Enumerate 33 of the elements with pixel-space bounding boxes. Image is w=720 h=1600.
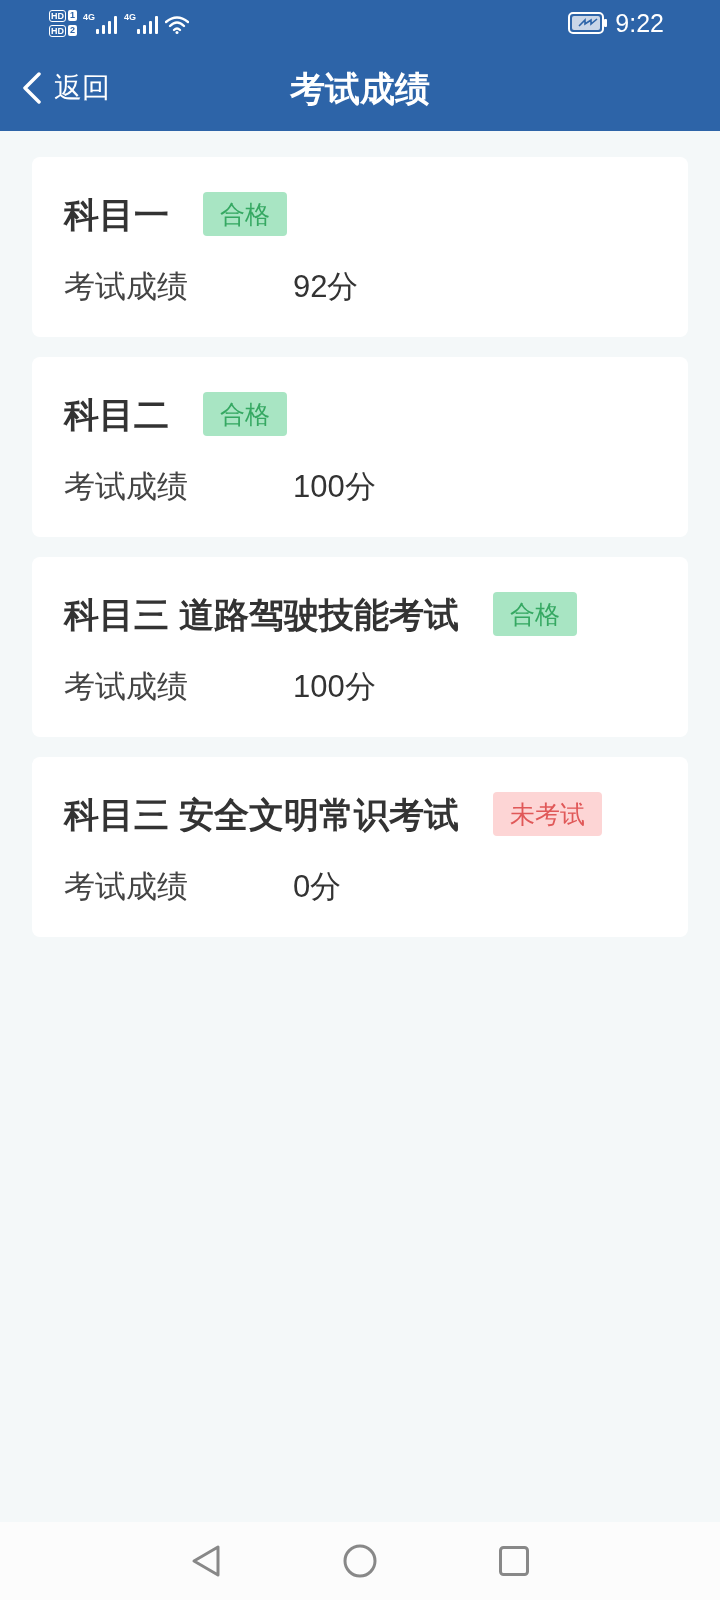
subject-title: 科目三 安全文明常识考试 [64, 796, 459, 832]
subject-title: 科目三 道路驾驶技能考试 [64, 596, 459, 632]
status-badge: 合格 [492, 592, 577, 636]
score-value: 0分 [293, 870, 342, 902]
hd-label: HD [49, 9, 66, 22]
score-label: 考试成绩 [64, 470, 189, 502]
signal-bars-icon [96, 16, 119, 34]
score-value: 100分 [293, 670, 376, 702]
status-badge: 合格 [203, 192, 287, 236]
status-badge: 合格 [203, 392, 287, 436]
battery-icon [568, 12, 609, 34]
network-type-label: 4G [124, 12, 137, 22]
status-badge: 未考试 [492, 792, 602, 836]
subject-title: 科目一 [64, 196, 169, 232]
score-value: 100分 [293, 470, 376, 502]
back-triangle-icon[interactable] [191, 1544, 221, 1578]
hd-label: HD [49, 24, 66, 37]
subject-title: 科目二 [64, 396, 169, 432]
page-title: 考试成绩 [290, 71, 430, 106]
wifi-icon [165, 16, 190, 34]
score-label: 考试成绩 [64, 270, 189, 302]
recents-square-icon[interactable] [499, 1546, 529, 1576]
sim-slot-label: 2 [68, 25, 77, 36]
score-value: 92分 [293, 270, 359, 302]
network-type-label: 4G [83, 12, 96, 22]
score-label: 考试成绩 [64, 870, 189, 902]
sim-slot-label: 1 [68, 10, 77, 21]
clock-time: 9:22 [615, 10, 664, 36]
chevron-left-icon [22, 72, 42, 104]
back-button[interactable]: 返回 [22, 72, 110, 104]
home-circle-icon[interactable] [343, 1544, 377, 1578]
score-label: 考试成绩 [64, 670, 189, 702]
signal-bars-icon [137, 16, 160, 34]
